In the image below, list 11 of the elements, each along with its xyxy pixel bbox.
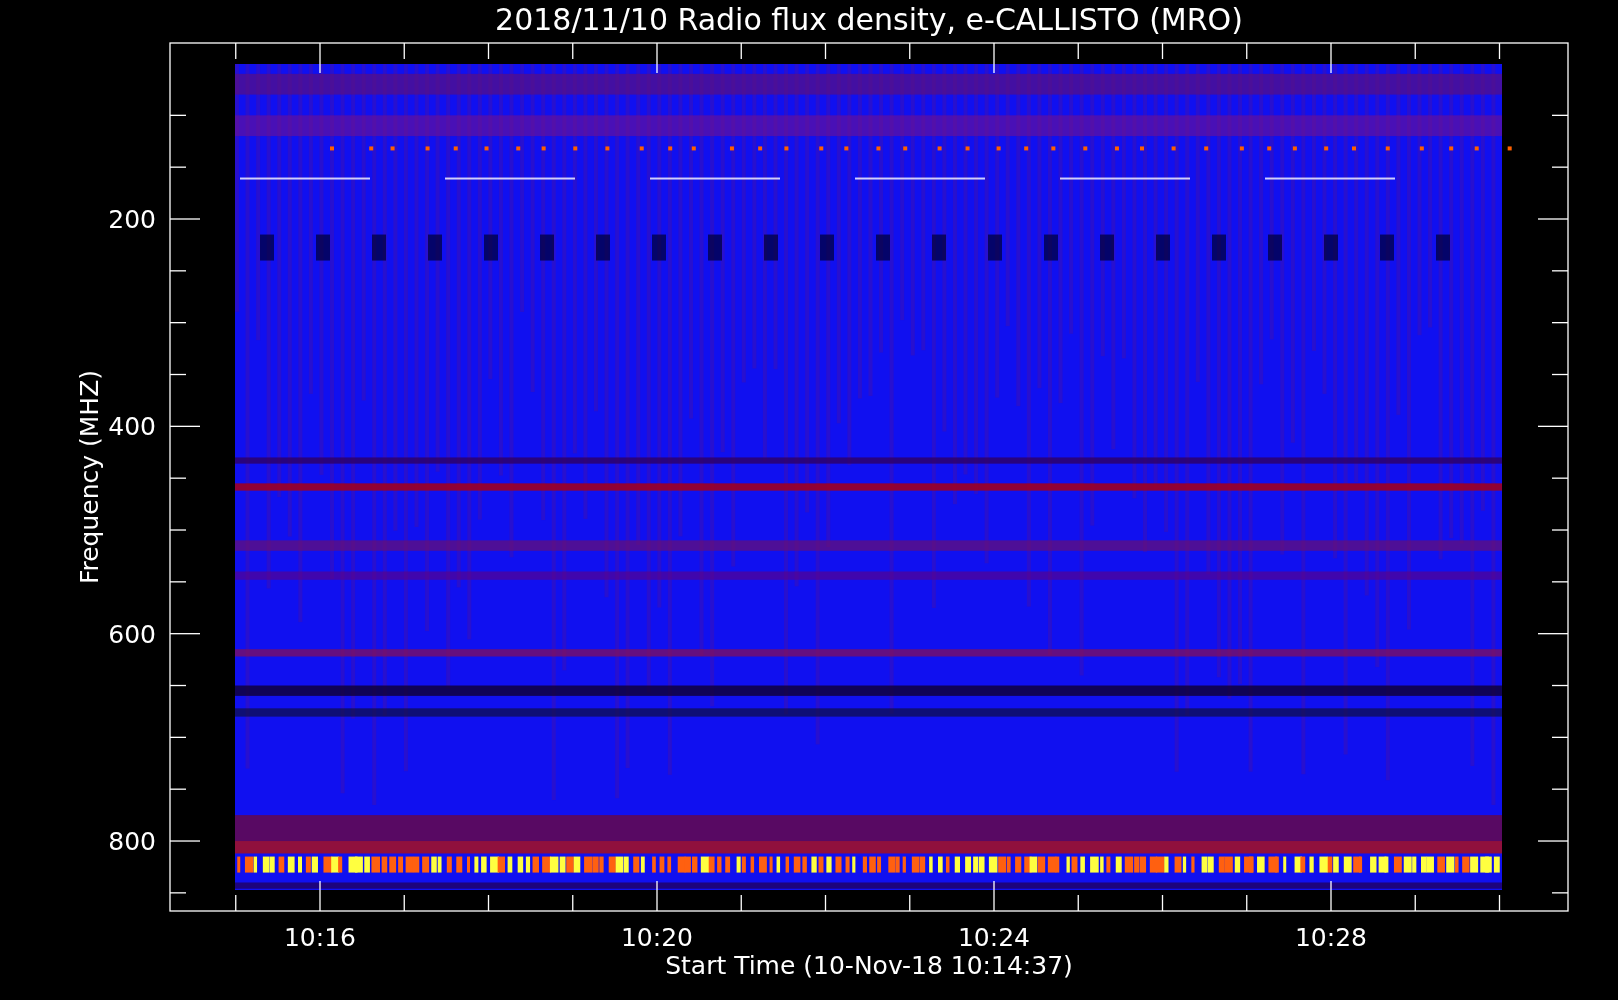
tick-label: 10:28 <box>1295 923 1367 952</box>
tick-label: 800 <box>108 827 156 856</box>
chart-title: 2018/11/10 Radio flux density, e-CALLISTO (MRO) <box>495 2 1243 37</box>
tick-label: 400 <box>108 412 156 442</box>
tick-label: 10:20 <box>621 923 693 952</box>
tick-label: 10:16 <box>284 923 356 952</box>
axis-title: Start Time (10-Nov-18 10:14:37) <box>665 951 1073 980</box>
tick-label: 10:24 <box>958 923 1030 952</box>
tick-label: 200 <box>108 205 156 234</box>
tick-label: 600 <box>108 619 156 649</box>
axis-title: Frequency (MHZ) <box>75 369 104 585</box>
